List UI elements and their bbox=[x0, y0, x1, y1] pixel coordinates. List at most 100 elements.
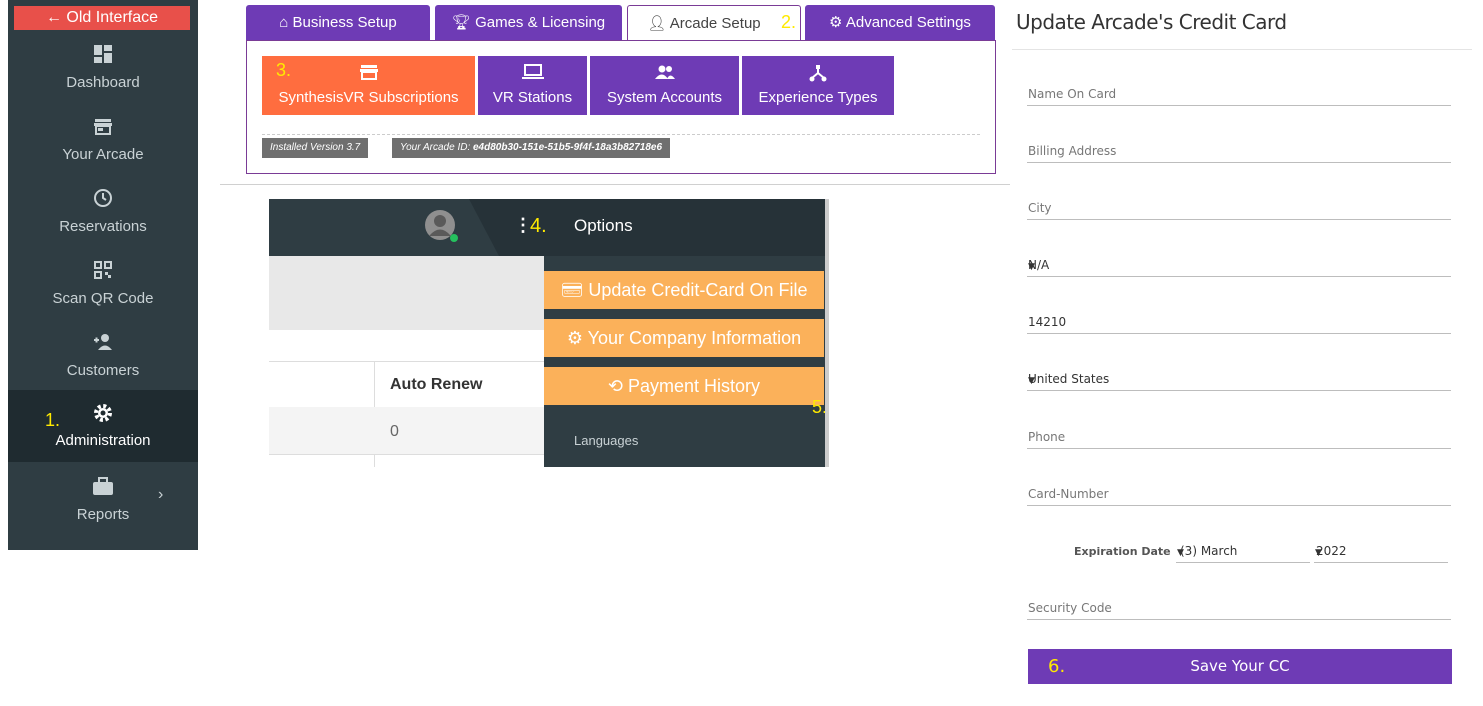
field-placeholder: Name On Card bbox=[1028, 87, 1117, 101]
old-interface-button[interactable]: ← Old Interface bbox=[14, 6, 190, 30]
section-divider bbox=[220, 184, 1010, 185]
tab-business-setup[interactable]: ⌂ Business Setup bbox=[246, 5, 430, 41]
sidebar-item-label: Customers bbox=[66, 362, 140, 379]
card-number-field[interactable]: Card-Number bbox=[1027, 485, 1451, 506]
arcade-id-badge: Your Arcade ID: e4d80b30-151e-51b5-9f4f-… bbox=[392, 138, 671, 158]
tab-games-licensing[interactable]: 🏆︎ Games & Licensing bbox=[435, 5, 622, 41]
subnav-label: Experience Types bbox=[758, 89, 878, 106]
caret-down-icon: ▼ bbox=[1315, 548, 1322, 558]
avatar[interactable] bbox=[424, 209, 458, 243]
security-code-field[interactable]: Security Code bbox=[1027, 599, 1451, 620]
scrollbar[interactable] bbox=[825, 199, 829, 467]
users-icon bbox=[654, 65, 675, 79]
auto-renew-header: Auto Renew bbox=[390, 376, 483, 393]
subnav-experience-types[interactable]: Experience Types bbox=[742, 56, 894, 115]
sidebar-item-label: Scan QR Code bbox=[52, 290, 154, 307]
divider bbox=[262, 134, 980, 135]
add-user-icon bbox=[94, 334, 112, 350]
field-placeholder: Card-Number bbox=[1028, 487, 1109, 501]
field-placeholder: Phone bbox=[1028, 430, 1066, 444]
arcade-id-label: Your Arcade ID: bbox=[400, 142, 473, 153]
dashboard-icon bbox=[94, 45, 112, 63]
billing-address-field[interactable]: Billing Address bbox=[1027, 142, 1451, 163]
tab-arcade-setup[interactable]: 👤︎ Arcade Setup 2. bbox=[627, 5, 801, 42]
company-information-button[interactable]: ⚙ Your Company Information bbox=[544, 319, 824, 357]
expiration-year-select[interactable]: 2022 ▼ bbox=[1314, 542, 1448, 563]
subnav-label: VR Stations bbox=[492, 89, 573, 106]
sidebar: ← Old Interface Dashboard Your Arcade Re… bbox=[8, 0, 198, 550]
option-label: Payment History bbox=[628, 376, 761, 396]
languages-item[interactable]: Languages bbox=[574, 433, 638, 448]
subnav-synthesisvr-subscriptions[interactable]: 3. SynthesisVR Subscriptions bbox=[262, 56, 475, 115]
arcade-id-value: e4d80b30-151e-51b5-9f4f-18a3b82718e6 bbox=[473, 142, 663, 153]
expiration-month-select[interactable]: (3) March ▼ bbox=[1176, 542, 1310, 563]
sidebar-item-label: Reports bbox=[76, 506, 130, 523]
gear-icon: ⚙ bbox=[566, 328, 588, 348]
table-row bbox=[269, 407, 545, 455]
auto-renew-value: 0 bbox=[390, 423, 399, 440]
step-number: 3. bbox=[276, 60, 292, 80]
sitemap-icon bbox=[809, 65, 827, 82]
save-cc-label: Save Your CC bbox=[1190, 657, 1290, 675]
form-title: Update Arcade's Credit Card bbox=[1016, 10, 1287, 34]
field-value: 14210 bbox=[1028, 315, 1067, 329]
payment-history-button[interactable]: ⟲ Payment History bbox=[544, 367, 824, 405]
phone-field[interactable]: Phone bbox=[1027, 428, 1451, 449]
arcade-setup-panel: 3. SynthesisVR Subscriptions VR Stations… bbox=[246, 40, 996, 174]
sidebar-item-reports[interactable]: Reports › bbox=[8, 468, 198, 540]
tab-label: Games & Licensing bbox=[475, 14, 606, 31]
sidebar-item-label: Your Arcade bbox=[62, 146, 144, 163]
options-panel: ⋮ 4. Options Auto Renew 0 💳︎ Update Cred… bbox=[269, 199, 829, 467]
gear-icon bbox=[94, 404, 112, 422]
sidebar-item-customers[interactable]: Customers bbox=[8, 324, 198, 396]
field-placeholder: Billing Address bbox=[1028, 144, 1117, 158]
sidebar-item-administration[interactable]: 1. Administration bbox=[8, 390, 198, 462]
tab-label: Business Setup bbox=[292, 14, 397, 31]
sidebar-item-label: Dashboard bbox=[66, 74, 140, 91]
expiration-date-label: Expiration Date bbox=[1074, 545, 1171, 558]
chevron-right-icon: › bbox=[158, 486, 164, 503]
state-select[interactable]: N/A ▼ bbox=[1027, 256, 1451, 277]
store-icon bbox=[94, 119, 112, 135]
qr-code-icon bbox=[94, 261, 112, 279]
caret-down-icon: ▼ bbox=[1177, 548, 1184, 558]
step-number: 1. bbox=[45, 410, 61, 430]
sidebar-item-label: Reservations bbox=[59, 218, 147, 235]
option-label: Update Credit-Card On File bbox=[588, 280, 808, 300]
sidebar-item-scan-qr[interactable]: Scan QR Code bbox=[8, 252, 198, 324]
briefcase-icon bbox=[93, 477, 113, 495]
subnav-label: SynthesisVR Subscriptions bbox=[278, 89, 459, 106]
sidebar-item-reservations[interactable]: Reservations bbox=[8, 180, 198, 252]
store-icon bbox=[359, 65, 378, 80]
field-placeholder: Security Code bbox=[1028, 601, 1112, 615]
step-number: 4. bbox=[530, 215, 547, 237]
zip-field[interactable]: 14210 bbox=[1027, 313, 1451, 334]
user-icon: 👤︎ bbox=[647, 15, 670, 32]
save-cc-button[interactable]: 6. Save Your CC bbox=[1028, 649, 1452, 684]
city-field[interactable]: City bbox=[1027, 199, 1451, 220]
sidebar-item-your-arcade[interactable]: Your Arcade bbox=[8, 108, 198, 180]
sidebar-item-dashboard[interactable]: Dashboard bbox=[8, 36, 198, 108]
step-number: 2. bbox=[780, 12, 796, 32]
country-select[interactable]: United States ▼ bbox=[1027, 370, 1451, 391]
update-credit-card-button[interactable]: 💳︎ Update Credit-Card On File bbox=[544, 271, 824, 309]
sidebar-item-label: Administration bbox=[55, 432, 151, 449]
installed-version-badge: Installed Version 3.7 bbox=[262, 138, 369, 158]
name-on-card-field[interactable]: Name On Card bbox=[1027, 85, 1451, 106]
gears-icon: ⚙ bbox=[829, 14, 846, 31]
option-label: Your Company Information bbox=[587, 328, 802, 348]
trophy-icon: 🏆︎ bbox=[451, 14, 476, 31]
home-icon: ⌂ bbox=[279, 14, 293, 31]
tab-advanced-settings[interactable]: ⚙ Advanced Settings bbox=[805, 5, 995, 41]
tab-label: Arcade Setup bbox=[669, 15, 761, 32]
subnav-label: System Accounts bbox=[606, 89, 723, 106]
clock-icon bbox=[94, 189, 112, 207]
subnav-system-accounts[interactable]: System Accounts bbox=[590, 56, 739, 115]
options-title: Options bbox=[574, 216, 633, 235]
caret-down-icon: ▼ bbox=[1028, 376, 1035, 386]
subnav-vr-stations[interactable]: VR Stations bbox=[478, 56, 587, 115]
step-number: 6. bbox=[1048, 656, 1066, 677]
caret-down-icon: ▼ bbox=[1028, 262, 1035, 272]
credit-card-icon: 💳︎ bbox=[560, 280, 589, 300]
field-placeholder: City bbox=[1028, 201, 1052, 215]
